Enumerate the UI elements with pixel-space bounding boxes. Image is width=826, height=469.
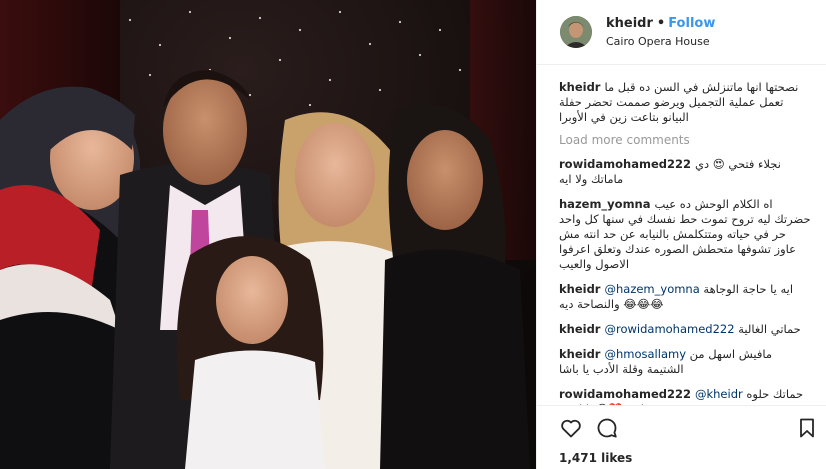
comment-username[interactable]: kheidr bbox=[559, 282, 600, 296]
caption: kheidr نصحتها انها ماتنزلش في السن ده قبل… bbox=[559, 80, 811, 125]
comment-item: rowidamohamed222 نجلاء فتحي 😍 دي ماماتك و… bbox=[559, 157, 811, 187]
comment-item: kheidr @hmosallamy مافيش اسهل من الشتيمة … bbox=[559, 347, 811, 377]
action-bar: 1,471 likes bbox=[537, 405, 826, 469]
comment-mention[interactable]: @kheidr bbox=[695, 387, 743, 401]
separator-dot: • bbox=[656, 16, 666, 31]
comment-icon[interactable] bbox=[595, 416, 619, 440]
comment-item: hazem_yomna اه الكلام الوحش ده عيب حضرتك … bbox=[559, 197, 811, 272]
username[interactable]: kheidr bbox=[606, 16, 653, 31]
post-photo[interactable] bbox=[0, 0, 536, 469]
comment-mention[interactable]: @rowidamohamed222 bbox=[604, 322, 734, 336]
post-sidebar: kheidr • Follow Cairo Opera House kheidr نص… bbox=[536, 0, 826, 469]
location-link[interactable]: Cairo Opera House bbox=[606, 35, 710, 48]
header-user-row: kheidr • Follow bbox=[606, 16, 715, 31]
comment-mention[interactable]: @hmosallamy bbox=[604, 347, 686, 361]
comment-username[interactable]: kheidr bbox=[559, 347, 600, 361]
avatar-image bbox=[560, 16, 592, 48]
load-more-comments-button[interactable]: Load more comments bbox=[559, 133, 811, 147]
comment-username[interactable]: rowidamohamed222 bbox=[559, 387, 691, 401]
comment-username[interactable]: hazem_yomna bbox=[559, 197, 651, 211]
caption-username[interactable]: kheidr bbox=[559, 80, 600, 94]
comment-item: kheidr @rowidamohamed222 حماتي الغالية bbox=[559, 322, 811, 337]
comment-username[interactable]: kheidr bbox=[559, 322, 600, 336]
comment-item: kheidr @hazem_yomna ايه يا حاجة الوجاهة و… bbox=[559, 282, 811, 312]
follow-button[interactable]: Follow bbox=[668, 16, 715, 31]
comment-mention[interactable]: @hazem_yomna bbox=[604, 282, 699, 296]
likes-count[interactable]: 1,471 likes bbox=[559, 451, 632, 465]
comments-list[interactable]: kheidr نصحتها انها ماتنزلش في السن ده قبل… bbox=[537, 66, 826, 405]
comment-username[interactable]: rowidamohamed222 bbox=[559, 157, 691, 171]
comment-text: حماتي الغالية bbox=[738, 322, 801, 336]
comment-item: rowidamohamed222@kheidr حماتك حلوه اوي ❤… bbox=[559, 387, 811, 405]
post-header: kheidr • Follow Cairo Opera House bbox=[537, 0, 826, 65]
heart-icon[interactable] bbox=[559, 416, 583, 440]
bookmark-icon[interactable] bbox=[795, 416, 819, 440]
avatar[interactable] bbox=[560, 16, 592, 48]
post-photo-image bbox=[0, 0, 536, 469]
